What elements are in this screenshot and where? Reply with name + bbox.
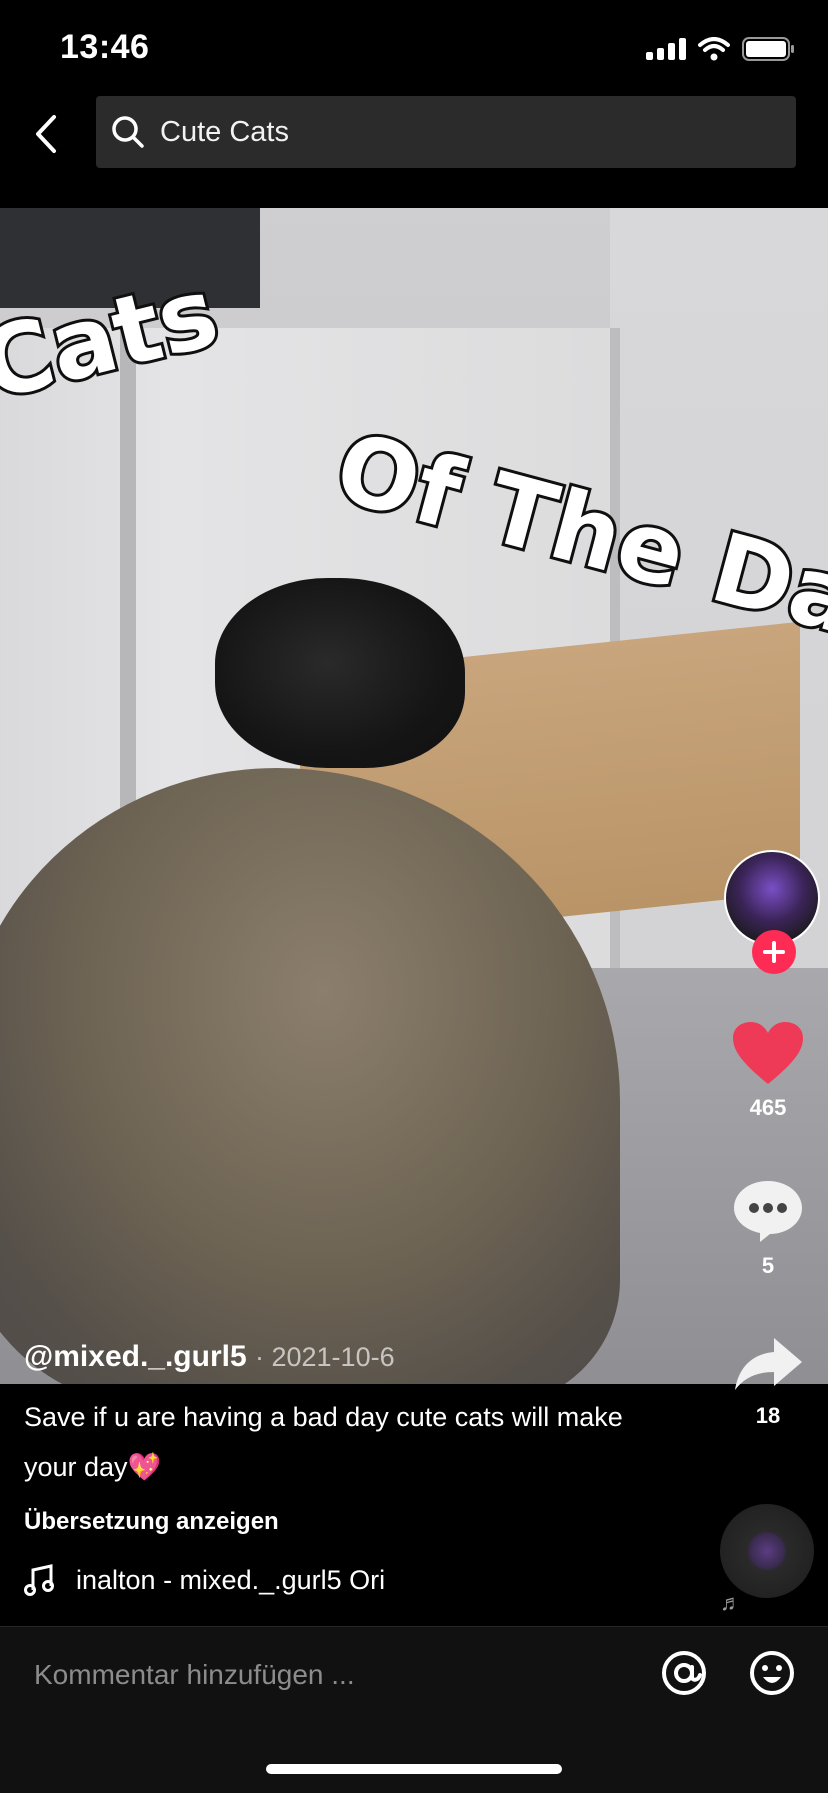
search-icon — [112, 116, 144, 148]
mention-icon[interactable] — [660, 1649, 708, 1697]
post-date: · 2021-10-6 — [255, 1342, 395, 1372]
search-query: Cute Cats — [160, 115, 289, 148]
creator-avatar-button[interactable] — [724, 850, 824, 980]
signal-icon — [646, 38, 686, 60]
plus-icon — [763, 941, 785, 963]
search-header: Cute Cats — [0, 96, 828, 206]
music-note-icon — [24, 1564, 54, 1596]
home-indicator — [266, 1764, 562, 1774]
like-button[interactable]: 465 — [708, 1020, 828, 1121]
back-icon — [36, 115, 56, 153]
music-title: inalton - mixed._.gurl5 Ori — [76, 1564, 386, 1595]
comment-count: 5 — [761, 1253, 775, 1278]
music-disc-button[interactable] — [720, 1504, 814, 1598]
heart-icon — [733, 1022, 803, 1084]
back-button[interactable] — [22, 106, 70, 162]
video-black-cat — [215, 578, 465, 768]
creator-username[interactable]: @mixed._.gurl5 — [24, 1340, 247, 1373]
comment-input[interactable]: Kommentar hinzufügen ... — [34, 1659, 355, 1691]
status-bar: 13:46 — [0, 0, 828, 96]
wifi-icon — [698, 37, 730, 61]
post-caption: @mixed._.gurl5 · 2021-10-6 Save if u are… — [24, 1340, 664, 1492]
battery-icon — [742, 37, 794, 61]
floating-music-note-icon: ♬ — [720, 1590, 742, 1615]
post-description: Save if u are having a bad day cute cats… — [24, 1402, 623, 1482]
follow-button[interactable] — [752, 930, 796, 974]
translate-link[interactable]: Übersetzung anzeigen — [24, 1508, 279, 1536]
share-count: 18 — [755, 1403, 781, 1428]
share-button[interactable]: 18 — [708, 1334, 828, 1429]
music-info[interactable]: inalton - mixed._.gurl5 Ori — [24, 1560, 454, 1600]
comment-bubble-icon — [734, 1181, 802, 1242]
like-count: 465 — [749, 1095, 787, 1120]
search-input[interactable]: Cute Cats — [96, 96, 796, 168]
status-time: 13:46 — [60, 28, 150, 66]
status-icons — [646, 34, 796, 64]
video-player[interactable]: Cats Of The Da — [0, 208, 828, 1384]
emoji-icon[interactable] — [748, 1649, 796, 1697]
share-arrow-icon — [735, 1338, 802, 1390]
comment-button[interactable]: 5 — [708, 1178, 828, 1279]
